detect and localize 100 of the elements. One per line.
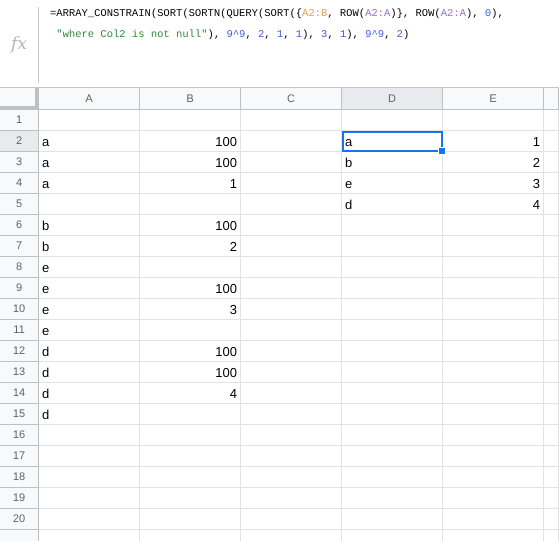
empty-cell[interactable] bbox=[544, 383, 559, 404]
empty-cell[interactable] bbox=[544, 278, 559, 299]
row-header[interactable]: 13 bbox=[0, 362, 39, 383]
empty-cell[interactable] bbox=[241, 110, 342, 131]
empty-cell[interactable] bbox=[443, 110, 544, 131]
table-cell[interactable]: 100 bbox=[140, 131, 241, 152]
column-header[interactable]: A bbox=[39, 88, 140, 110]
empty-cell[interactable] bbox=[140, 194, 241, 215]
fill-handle[interactable] bbox=[438, 147, 446, 155]
empty-cell[interactable] bbox=[342, 446, 443, 467]
table-cell[interactable]: e bbox=[39, 320, 140, 341]
empty-cell[interactable] bbox=[342, 467, 443, 488]
table-cell[interactable]: 3 bbox=[443, 173, 544, 194]
empty-cell[interactable] bbox=[241, 383, 342, 404]
table-cell[interactable]: 3 bbox=[140, 299, 241, 320]
empty-cell[interactable] bbox=[241, 299, 342, 320]
empty-cell[interactable] bbox=[342, 362, 443, 383]
empty-cell[interactable] bbox=[443, 404, 544, 425]
empty-cell[interactable] bbox=[443, 467, 544, 488]
empty-cell[interactable] bbox=[544, 215, 559, 236]
row-header[interactable]: 17 bbox=[0, 446, 39, 467]
empty-cell[interactable] bbox=[140, 467, 241, 488]
table-cell[interactable]: a bbox=[39, 173, 140, 194]
empty-cell[interactable] bbox=[140, 488, 241, 509]
empty-cell[interactable] bbox=[443, 215, 544, 236]
empty-cell[interactable] bbox=[443, 446, 544, 467]
row-header[interactable]: 5 bbox=[0, 194, 39, 215]
empty-cell[interactable] bbox=[443, 236, 544, 257]
table-cell[interactable]: 100 bbox=[140, 341, 241, 362]
row-header[interactable]: 19 bbox=[0, 488, 39, 509]
empty-cell[interactable] bbox=[342, 341, 443, 362]
empty-cell[interactable] bbox=[241, 215, 342, 236]
table-cell[interactable]: b bbox=[342, 152, 443, 173]
empty-cell[interactable] bbox=[241, 152, 342, 173]
table-cell[interactable]: 100 bbox=[140, 215, 241, 236]
empty-cell[interactable] bbox=[544, 404, 559, 425]
empty-cell[interactable] bbox=[241, 257, 342, 278]
empty-cell[interactable] bbox=[443, 257, 544, 278]
empty-cell[interactable] bbox=[544, 320, 559, 341]
empty-cell[interactable] bbox=[241, 446, 342, 467]
table-cell[interactable]: 2 bbox=[140, 236, 241, 257]
row-header[interactable]: 20 bbox=[0, 509, 39, 530]
empty-cell[interactable] bbox=[544, 299, 559, 320]
table-cell[interactable]: b bbox=[39, 236, 140, 257]
table-cell[interactable]: d bbox=[39, 362, 140, 383]
empty-cell[interactable] bbox=[140, 404, 241, 425]
empty-cell[interactable] bbox=[544, 194, 559, 215]
empty-cell[interactable] bbox=[443, 509, 544, 530]
row-header[interactable]: 3 bbox=[0, 152, 39, 173]
table-cell[interactable]: a bbox=[39, 131, 140, 152]
empty-cell[interactable] bbox=[544, 131, 559, 152]
empty-cell[interactable] bbox=[241, 194, 342, 215]
empty-cell[interactable] bbox=[241, 362, 342, 383]
formula-text[interactable]: =ARRAY_CONSTRAIN(SORT(SORTN(QUERY(SORT({A2:B, ROW(A2:A)}, ROW(A2:A), 0), bbox=[50, 6, 504, 23]
select-all-corner[interactable] bbox=[0, 88, 39, 110]
empty-cell[interactable] bbox=[241, 341, 342, 362]
table-cell[interactable]: e bbox=[342, 173, 443, 194]
empty-cell[interactable] bbox=[342, 236, 443, 257]
row-header[interactable]: 9 bbox=[0, 278, 39, 299]
empty-cell[interactable] bbox=[443, 383, 544, 404]
empty-cell[interactable] bbox=[241, 278, 342, 299]
empty-cell[interactable] bbox=[241, 425, 342, 446]
row-header[interactable]: 10 bbox=[0, 299, 39, 320]
empty-cell[interactable] bbox=[544, 488, 559, 509]
row-header[interactable]: 8 bbox=[0, 257, 39, 278]
empty-cell[interactable] bbox=[241, 404, 342, 425]
column-header[interactable]: C bbox=[241, 88, 342, 110]
table-cell[interactable]: d bbox=[39, 341, 140, 362]
empty-cell[interactable] bbox=[544, 341, 559, 362]
empty-cell[interactable] bbox=[443, 425, 544, 446]
empty-cell[interactable] bbox=[544, 152, 559, 173]
empty-cell[interactable] bbox=[241, 320, 342, 341]
table-cell[interactable]: 100 bbox=[140, 362, 241, 383]
empty-cell[interactable] bbox=[342, 320, 443, 341]
table-cell[interactable]: e bbox=[39, 257, 140, 278]
column-header[interactable]: D bbox=[342, 88, 443, 110]
empty-cell[interactable] bbox=[140, 320, 241, 341]
column-header[interactable] bbox=[544, 88, 559, 110]
row-header[interactable]: 16 bbox=[0, 425, 39, 446]
empty-cell[interactable] bbox=[443, 299, 544, 320]
empty-cell[interactable] bbox=[342, 110, 443, 131]
empty-cell[interactable] bbox=[342, 509, 443, 530]
empty-cell[interactable] bbox=[241, 488, 342, 509]
empty-cell[interactable] bbox=[140, 425, 241, 446]
row-header[interactable]: 18 bbox=[0, 467, 39, 488]
empty-cell[interactable] bbox=[342, 215, 443, 236]
formula-text[interactable]: "where Col2 is not null"), 9^9, 2, 1, 1), 3, 1), 9^9, 2) bbox=[50, 27, 504, 44]
empty-cell[interactable] bbox=[342, 383, 443, 404]
empty-cell[interactable] bbox=[342, 278, 443, 299]
empty-cell[interactable] bbox=[342, 257, 443, 278]
table-cell[interactable]: 1 bbox=[140, 173, 241, 194]
empty-cell[interactable] bbox=[342, 299, 443, 320]
row-header[interactable]: 14 bbox=[0, 383, 39, 404]
table-cell[interactable]: d bbox=[39, 383, 140, 404]
table-cell[interactable]: 4 bbox=[140, 383, 241, 404]
row-header[interactable]: 12 bbox=[0, 341, 39, 362]
empty-cell[interactable] bbox=[443, 278, 544, 299]
table-cell[interactable]: b bbox=[39, 215, 140, 236]
column-header[interactable]: E bbox=[443, 88, 544, 110]
row-header[interactable]: 11 bbox=[0, 320, 39, 341]
